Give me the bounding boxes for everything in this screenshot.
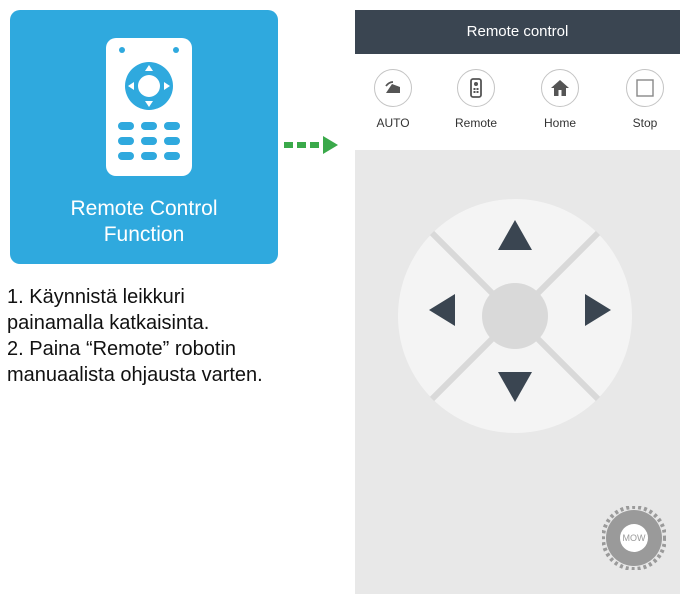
instruction-line: 2. Paina “Remote” robotin: [7, 338, 237, 360]
auto-label: AUTO: [376, 116, 410, 130]
remote-label: Remote: [454, 116, 498, 130]
direction-pad: [398, 199, 632, 433]
app-header: Remote control: [355, 10, 680, 54]
card-title: Remote Control Function: [10, 196, 278, 248]
dashed-arrow-right-icon: [284, 136, 338, 154]
toolbar: AUTO Remote Home Stop: [355, 54, 680, 150]
instruction-line: manuaalista ohjausta varten.: [7, 364, 263, 386]
home-label: Home: [543, 116, 576, 130]
remote-button[interactable]: Remote: [441, 54, 511, 150]
remote-control-function-card[interactable]: Remote Control Function: [10, 10, 278, 264]
instruction-line: painamalla katkaisinta.: [7, 312, 210, 334]
mow-label: MOW: [623, 533, 646, 543]
remote-control-icon: [106, 38, 192, 176]
home-icon: [541, 69, 579, 107]
stop-label: Stop: [632, 116, 658, 130]
mow-button[interactable]: MOW: [602, 506, 666, 570]
instruction-line: 1. Käynnistä leikkuri: [7, 286, 185, 308]
card-title-line2: Function: [103, 223, 185, 246]
card-title-line1: Remote Control: [70, 197, 218, 220]
remote-icon: [457, 69, 495, 107]
home-button[interactable]: Home: [525, 54, 595, 150]
stop-icon: [626, 69, 664, 107]
stop-button[interactable]: Stop: [610, 54, 680, 150]
phone-screen: Remote control AUTO Remote Home Stop MOW: [355, 10, 680, 594]
instructions: 1. Käynnistä leikkuri painamalla katkais…: [7, 284, 347, 388]
auto-button[interactable]: AUTO: [358, 54, 428, 150]
auto-mow-icon: [374, 69, 412, 107]
